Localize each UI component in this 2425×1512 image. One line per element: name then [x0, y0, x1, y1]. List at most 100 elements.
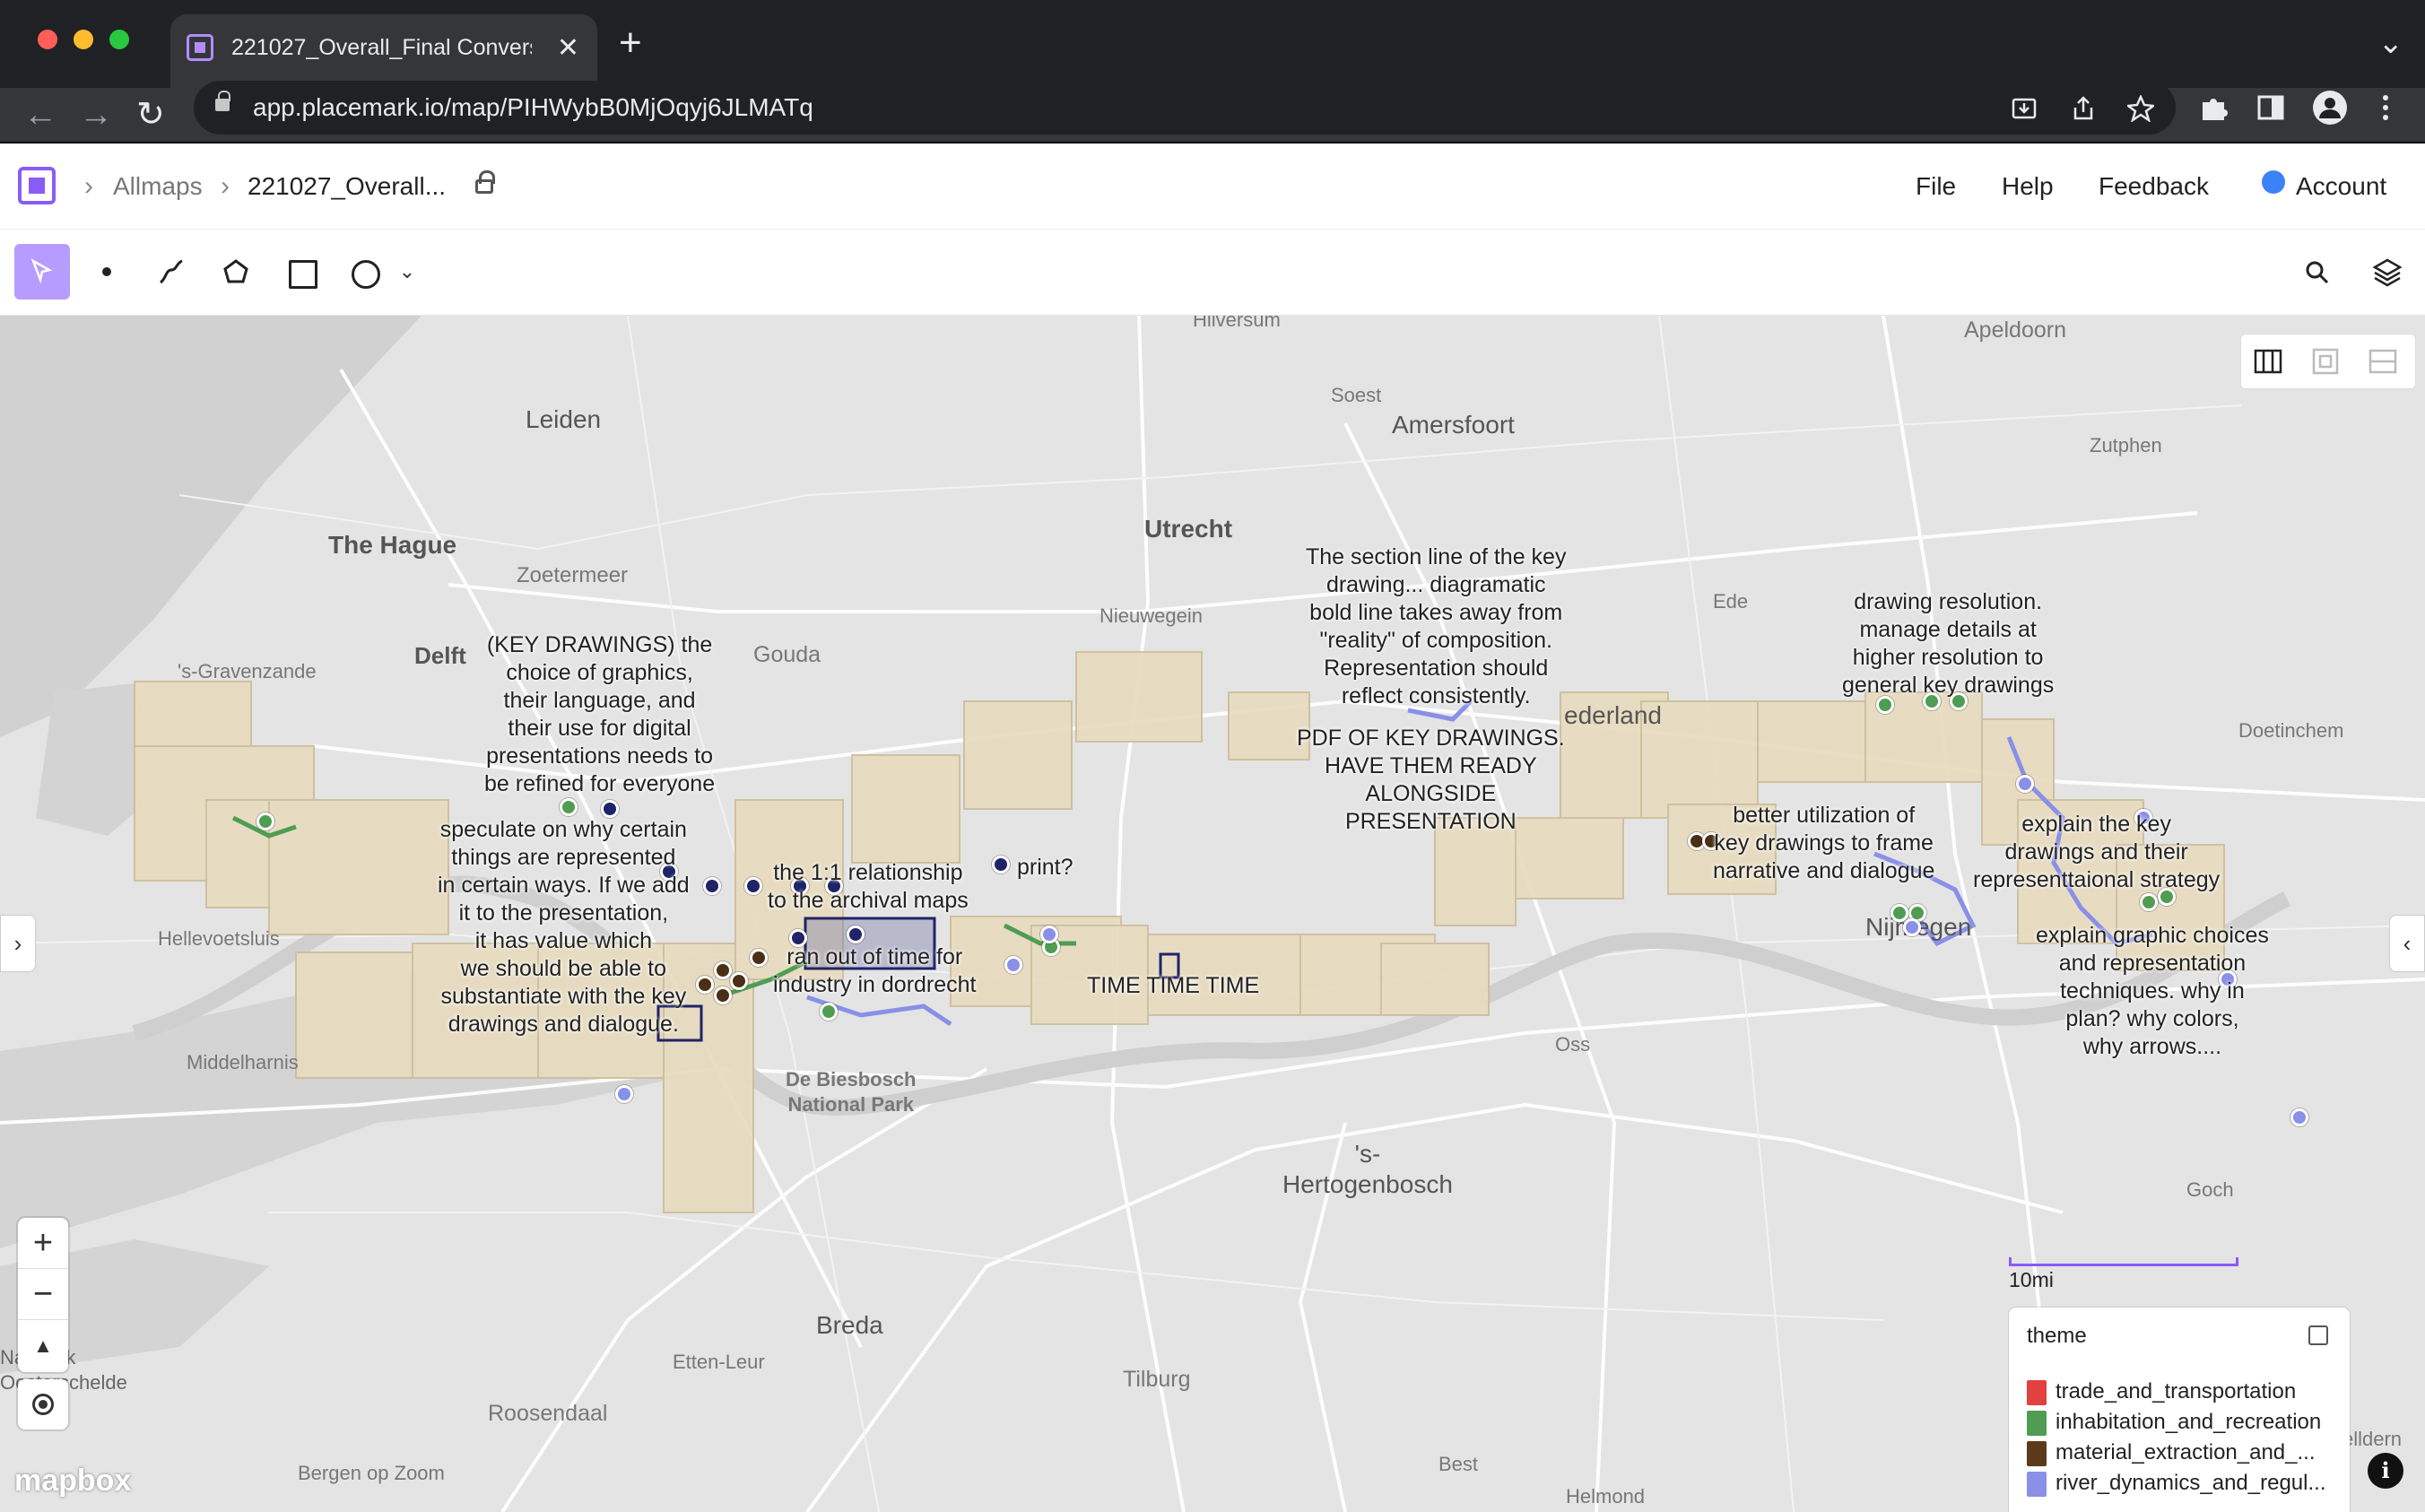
select-tool-button[interactable]: [14, 244, 70, 300]
map-point-marker[interactable]: [820, 1003, 838, 1021]
note-explain-key[interactable]: explain the key drawings and their repre…: [1973, 811, 2220, 894]
zoom-out-button[interactable]: −: [18, 1269, 68, 1320]
tab-close-icon[interactable]: ✕: [557, 32, 579, 65]
place-label: Amersfoort: [1392, 411, 1515, 439]
map-point-marker[interactable]: [744, 877, 762, 895]
map-point-marker[interactable]: [601, 800, 619, 818]
map-point-marker[interactable]: [696, 976, 714, 994]
window-minimize-button[interactable]: [74, 30, 93, 49]
map-point-marker[interactable]: [847, 925, 865, 943]
note-print[interactable]: print?: [1017, 854, 1073, 882]
profile-avatar-icon[interactable]: [2312, 90, 2348, 126]
legend-swatch: [2027, 1440, 2047, 1466]
map-point-marker[interactable]: [615, 1085, 633, 1103]
note-explain-graphic[interactable]: explain graphic choices and representati…: [2036, 922, 2269, 1061]
menu-help[interactable]: Help: [2002, 169, 2054, 204]
rows-view-icon[interactable]: [2367, 345, 2399, 378]
map-point-marker[interactable]: [750, 949, 768, 967]
window-close-button[interactable]: [38, 30, 57, 49]
zoom-in-button[interactable]: +: [18, 1218, 68, 1269]
legend-item: material_extraction_and_...: [2027, 1440, 2316, 1466]
place-label: De Biesbosch National Park: [786, 1068, 917, 1116]
install-app-icon[interactable]: [2011, 95, 2038, 122]
chevron-right-icon: ›: [84, 171, 93, 201]
new-tab-button[interactable]: +: [619, 23, 642, 63]
scale-label: 10mi: [2009, 1268, 2054, 1291]
map-point-marker[interactable]: [992, 856, 1010, 873]
browser-tab[interactable]: 221027_Overall_Final Conversa ✕: [170, 14, 597, 88]
polygon-tool-button[interactable]: [208, 244, 264, 300]
scale-bar: [2009, 1257, 2238, 1266]
map-point-marker[interactable]: [2140, 893, 2158, 911]
side-panel-icon[interactable]: [2256, 93, 2285, 122]
map-canvas[interactable]: Hilversum Apeldoorn Leiden Soest Amersfo…: [0, 316, 2425, 1512]
account-power-icon[interactable]: [2262, 170, 2285, 194]
note-better-utilization[interactable]: better utilization of key drawings to fr…: [1713, 802, 1934, 885]
menu-file[interactable]: File: [1916, 169, 1956, 204]
note-drawing-resolution[interactable]: drawing resolution. manage details at hi…: [1842, 588, 2054, 700]
browser-menu-kebab-icon[interactable]: [2375, 93, 2396, 122]
drawing-toolbar: ⌄: [0, 230, 2425, 316]
place-label: Etten-Leur: [673, 1351, 765, 1373]
place-label: elldern: [2342, 1428, 2403, 1450]
note-relationship[interactable]: the 1:1 relationship to the archival map…: [768, 859, 969, 915]
browser-tab-bar: 221027_Overall_Final Conversa ✕ + ⌄: [0, 0, 2425, 88]
map-point-marker[interactable]: [730, 972, 748, 990]
breadcrumb-current-map[interactable]: 221027_Overall...: [248, 169, 446, 204]
placemark-logo-icon[interactable]: [18, 167, 56, 204]
point-tool-button[interactable]: [79, 244, 135, 300]
reload-button[interactable]: ↻: [136, 91, 165, 138]
right-panel-toggle[interactable]: ‹: [2389, 915, 2425, 972]
left-panel-toggle[interactable]: ›: [0, 915, 36, 972]
secure-lock-icon[interactable]: [215, 91, 230, 111]
note-section-line[interactable]: The section line of the key drawing... d…: [1306, 543, 1566, 710]
place-label: Doetinchem: [2238, 719, 2344, 742]
layers-icon[interactable]: [2371, 256, 2403, 289]
note-key-drawings[interactable]: (KEY DRAWINGS) the choice of graphics, t…: [484, 631, 715, 798]
rectangle-tool-button[interactable]: [273, 244, 328, 300]
legend-panel: theme trade_and_transportation inhabitat…: [2009, 1308, 2350, 1512]
map-point-marker[interactable]: [560, 798, 578, 816]
menu-account[interactable]: Account: [2296, 169, 2386, 204]
geolocate-button[interactable]: [18, 1379, 68, 1429]
note-ran-out-of-time[interactable]: ran out of time for industry in dordrech…: [773, 943, 977, 999]
line-tool-button[interactable]: [143, 244, 199, 300]
map-point-marker[interactable]: [2290, 1108, 2308, 1126]
search-icon[interactable]: [2303, 258, 2332, 287]
window-zoom-button[interactable]: [109, 30, 129, 49]
map-lock-icon[interactable]: [475, 170, 495, 194]
place-label: Nieuwegein: [1100, 604, 1203, 627]
legend-swatch: [2027, 1379, 2047, 1405]
extensions-puzzle-icon[interactable]: [2199, 93, 2228, 122]
place-label: Best: [1438, 1453, 1479, 1475]
breadcrumb-root[interactable]: Allmaps: [113, 169, 203, 204]
menu-feedback[interactable]: Feedback: [2099, 169, 2209, 204]
columns-view-icon[interactable]: [2252, 345, 2284, 378]
back-button[interactable]: ←: [23, 91, 57, 138]
more-shapes-chevron-icon[interactable]: ⌄: [380, 244, 434, 300]
forward-button[interactable]: →: [79, 91, 113, 138]
compass-icon[interactable]: ▲: [18, 1320, 68, 1371]
map-point-marker[interactable]: [1004, 956, 1022, 974]
address-bar[interactable]: app.placemark.io/map/PIHWybB0MjOqyj6JLMA…: [194, 81, 2176, 135]
legend-label: trade_and_transportation: [2056, 1379, 2297, 1403]
place-label: Goch: [2186, 1178, 2234, 1201]
map-point-marker[interactable]: [256, 812, 274, 830]
map-point-marker[interactable]: [703, 877, 721, 895]
mapbox-logo[interactable]: mapbox: [14, 1464, 131, 1499]
map-point-marker[interactable]: [2016, 775, 2034, 793]
edit-legend-icon[interactable]: [2308, 1325, 2328, 1345]
note-speculate[interactable]: speculate on why certain things are repr…: [438, 816, 690, 1038]
attribution-info-icon[interactable]: i: [2368, 1453, 2403, 1489]
map-point-marker[interactable]: [1040, 925, 1058, 943]
bookmark-star-icon[interactable]: [2127, 95, 2154, 122]
map-point-marker[interactable]: [714, 961, 732, 979]
frame-view-icon[interactable]: [2309, 345, 2342, 378]
tab-search-chevron-icon[interactable]: ⌄: [2378, 23, 2404, 63]
note-time[interactable]: TIME TIME TIME: [1087, 972, 1259, 1000]
share-icon[interactable]: [2070, 95, 2097, 122]
map-point-marker[interactable]: [1903, 918, 1921, 936]
map-point-marker[interactable]: [714, 986, 732, 1004]
legend-item: river_dynamics_and_regul...: [2027, 1471, 2326, 1497]
note-pdf[interactable]: PDF OF KEY DRAWINGS. HAVE THEM READY ALO…: [1297, 725, 1565, 836]
